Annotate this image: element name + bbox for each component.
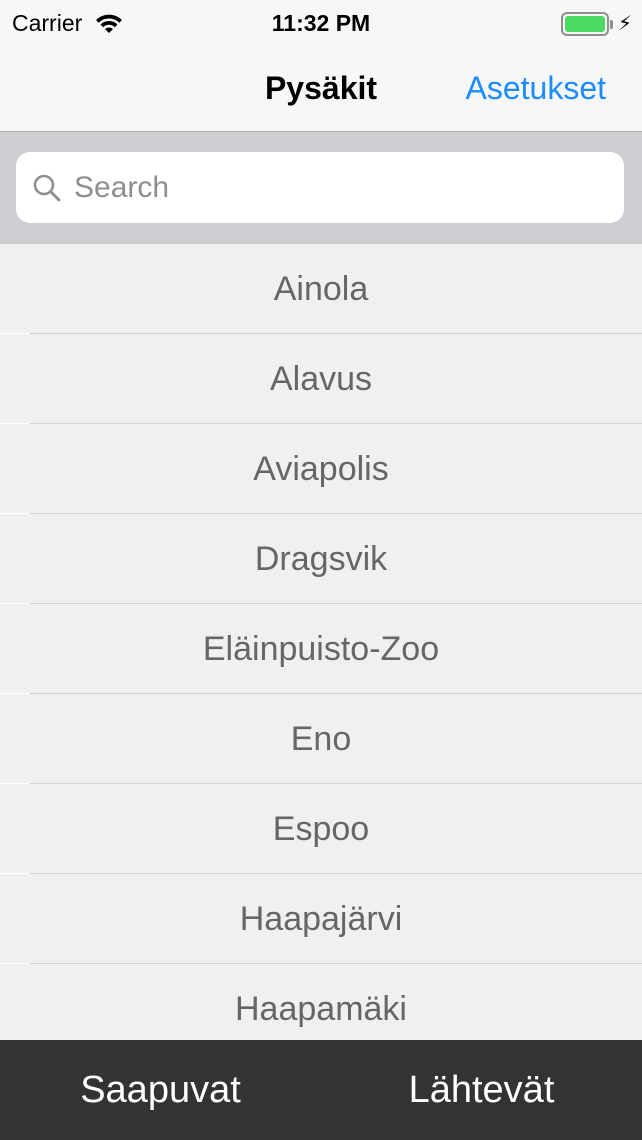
stop-name: Eno — [290, 719, 352, 758]
search-input[interactable] — [74, 170, 594, 205]
search-icon — [33, 174, 61, 201]
search-bar — [0, 132, 642, 244]
charging-bolt-icon: ⚡︎ — [617, 13, 632, 35]
stop-list-item[interactable]: Dragsvik — [0, 514, 642, 604]
stop-list-item[interactable]: Haapajärvi — [0, 874, 642, 964]
bottom-toolbar: Saapuvat Lähtevät — [0, 1040, 642, 1140]
navigation-bar: Pysäkit Asetukset — [0, 50, 642, 132]
search-field[interactable] — [16, 152, 624, 223]
battery-level — [564, 16, 605, 32]
stop-list-item[interactable]: Espoo — [0, 784, 642, 874]
stop-list: Ainola Alavus Aviapolis Dragsvik Eläinpuisto… — [0, 244, 642, 1040]
app-screen: Carrier 11:32 PM ⚡︎ Pysäkit Asetukset Se… — [0, 0, 642, 1140]
stop-name: Ainola — [273, 269, 369, 308]
stop-list-item[interactable]: Eno — [0, 694, 642, 784]
settings-button[interactable]: Asetukset — [465, 70, 606, 107]
stop-name: Espoo — [272, 809, 370, 848]
stop-list-item[interactable]: Haapamäki — [0, 964, 642, 1040]
battery-icon — [560, 12, 609, 36]
status-bar: Carrier 11:32 PM ⚡︎ — [0, 0, 642, 50]
arrivals-button[interactable]: Saapuvat — [0, 1040, 321, 1140]
stop-name: Alavus — [269, 359, 373, 398]
status-time: 11:32 PM — [271, 10, 371, 36]
stop-list-item[interactable]: Alavus — [0, 334, 642, 424]
stop-name: Dragsvik — [254, 539, 388, 578]
stop-name: Eläinpuisto-Zoo — [202, 629, 440, 668]
stop-name: Aviapolis — [253, 449, 389, 488]
departures-button[interactable]: Lähtevät — [321, 1040, 642, 1140]
stop-name: Haapamäki — [235, 989, 407, 1028]
stop-list-item[interactable]: Ainola — [0, 244, 642, 334]
stop-list-item[interactable]: Eläinpuisto-Zoo — [0, 604, 642, 694]
battery-indicator: ⚡︎ — [560, 12, 632, 36]
stop-name: Haapajärvi — [239, 899, 403, 938]
stop-list-item[interactable]: Aviapolis — [0, 424, 642, 514]
battery-cap — [609, 19, 613, 29]
